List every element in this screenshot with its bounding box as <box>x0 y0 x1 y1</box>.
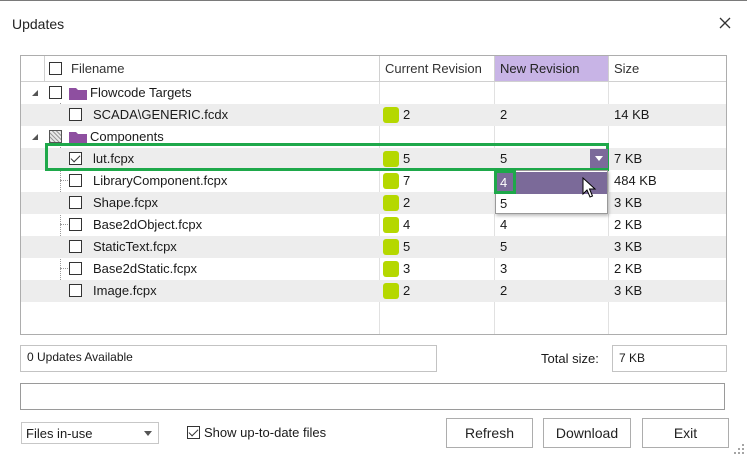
row-checkbox[interactable] <box>69 262 82 275</box>
revision-marker-icon <box>383 173 399 189</box>
header-filename-label: Filename <box>71 61 125 76</box>
select-all-checkbox[interactable] <box>49 62 62 75</box>
filename-cell: LibraryComponent.fcpx <box>93 173 228 188</box>
table-row[interactable]: StaticText.fcpx 5 5 3 KB <box>21 236 726 258</box>
current-revision-cell: 2 <box>403 107 411 122</box>
current-revision-cell: 5 <box>403 239 411 254</box>
row-checkbox[interactable] <box>69 240 82 253</box>
exit-button[interactable]: Exit <box>642 418 729 448</box>
table-row[interactable]: Base2dStatic.fcpx 3 3 2 KB <box>21 258 726 280</box>
filename-cell: Image.fcpx <box>93 283 157 298</box>
total-size-label: Total size: <box>541 351 599 366</box>
row-checkbox[interactable] <box>69 174 82 187</box>
revision-marker-icon <box>383 239 399 255</box>
updates-tree[interactable]: Filename Current Revision New Revision S… <box>20 55 727 335</box>
size-cell: 3 KB <box>614 195 643 210</box>
revision-marker-icon <box>383 283 399 299</box>
size-cell: 484 KB <box>614 173 657 188</box>
size-cell: 3 KB <box>614 283 643 298</box>
filename-cell: SCADA\GENERIC.fcdx <box>93 107 229 122</box>
revision-marker-icon <box>383 261 399 277</box>
size-cell: 7 KB <box>614 151 643 166</box>
tree-group-row[interactable]: Flowcode Targets <box>21 82 726 104</box>
filename-cell: Base2dObject.fcpx <box>93 217 203 232</box>
header-filename[interactable]: Filename <box>45 56 380 81</box>
table-row[interactable]: lut.fcpx 5 5 7 KB <box>21 148 726 170</box>
new-revision-cell[interactable]: 2 <box>495 104 507 126</box>
header-size[interactable]: Size <box>609 56 726 81</box>
size-cell: 3 KB <box>614 239 643 254</box>
revision-dropdown-button[interactable] <box>590 149 608 168</box>
table-row[interactable]: Base2dObject.fcpx 4 4 2 KB <box>21 214 726 236</box>
refresh-button[interactable]: Refresh <box>446 418 533 448</box>
new-revision-cell[interactable]: 2 <box>495 280 507 302</box>
filename-cell: lut.fcpx <box>93 151 135 166</box>
dropdown-option[interactable]: 4 <box>496 172 607 194</box>
total-size-value: 7 KB <box>612 345 727 372</box>
row-checkbox[interactable] <box>69 196 82 209</box>
column-header-row: Filename Current Revision New Revision S… <box>21 56 726 82</box>
table-row[interactable]: Shape.fcpx 2 3 KB <box>21 192 726 214</box>
row-checkbox[interactable] <box>69 152 82 165</box>
window-top-border <box>0 0 747 1</box>
dropdown-option[interactable]: 5 <box>496 193 607 215</box>
filename-cell: Base2dStatic.fcpx <box>93 261 198 276</box>
revision-marker-icon <box>383 195 399 211</box>
resize-grip-icon[interactable] <box>733 443 745 455</box>
new-revision-cell[interactable]: 4 <box>495 214 507 236</box>
new-revision-cell[interactable]: 3 <box>495 258 507 280</box>
files-filter-value: Files in-use <box>26 426 93 441</box>
new-revision-cell[interactable]: 5 <box>495 236 507 258</box>
revision-marker-icon <box>383 217 399 233</box>
table-row[interactable]: SCADA\GENERIC.fcdx 2 2 14 KB <box>21 104 726 126</box>
checkbox-box[interactable] <box>187 426 200 439</box>
header-expander-col <box>21 56 45 81</box>
window-title: Updates <box>12 16 65 32</box>
group-label: Components <box>90 129 164 144</box>
updates-status-box: 0 Updates Available <box>20 345 437 372</box>
close-icon[interactable] <box>716 14 734 32</box>
header-current-revision[interactable]: Current Revision <box>380 56 495 81</box>
filename-cell: StaticText.fcpx <box>93 239 177 254</box>
progress-bar <box>20 383 725 410</box>
row-checkbox[interactable] <box>69 218 82 231</box>
files-filter-select[interactable]: Files in-use <box>21 422 159 444</box>
current-revision-cell: 2 <box>403 195 411 210</box>
table-row[interactable]: Image.fcpx 2 2 3 KB <box>21 280 726 302</box>
filename-cell: Shape.fcpx <box>93 195 159 210</box>
revision-dropdown-list[interactable]: 4 5 <box>495 170 608 214</box>
current-revision-cell: 2 <box>403 283 411 298</box>
size-cell: 2 KB <box>614 261 643 276</box>
collapse-arrow-icon[interactable] <box>30 88 40 98</box>
current-revision-cell: 4 <box>403 217 411 232</box>
current-revision-cell: 7 <box>403 173 411 188</box>
group-partial-checkbox[interactable] <box>49 130 62 143</box>
table-row[interactable]: LibraryComponent.fcpx 7 484 KB <box>21 170 726 192</box>
current-revision-cell: 3 <box>403 261 411 276</box>
row-checkbox[interactable] <box>69 108 82 121</box>
group-label: Flowcode Targets <box>90 85 192 100</box>
tree-group-row[interactable]: Components <box>21 126 726 148</box>
current-revision-cell: 5 <box>403 151 411 166</box>
new-revision-cell[interactable]: 5 <box>495 148 507 170</box>
show-uptodate-label[interactable]: Show up-to-date files <box>204 425 326 440</box>
header-new-revision[interactable]: New Revision <box>495 56 609 81</box>
group-checkbox[interactable] <box>49 86 62 99</box>
download-button[interactable]: Download <box>543 418 631 448</box>
collapse-arrow-icon[interactable] <box>30 132 40 142</box>
chevron-down-icon <box>144 431 152 436</box>
size-cell: 14 KB <box>614 107 650 122</box>
row-checkbox[interactable] <box>69 284 82 297</box>
revision-marker-icon <box>383 107 399 123</box>
revision-marker-icon <box>383 151 399 167</box>
size-cell: 2 KB <box>614 217 643 232</box>
